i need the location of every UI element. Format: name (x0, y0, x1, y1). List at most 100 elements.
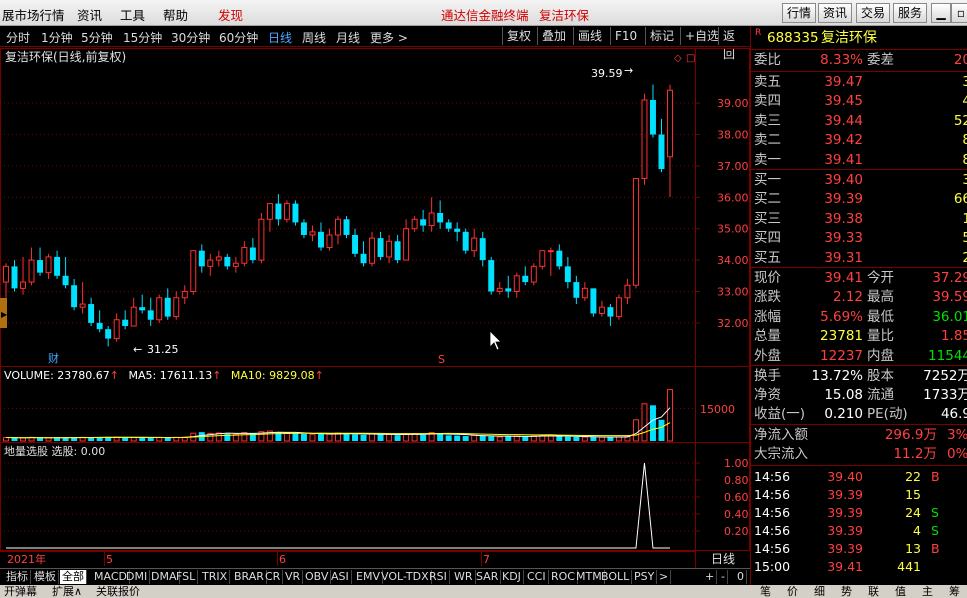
volume-bar (479, 436, 486, 441)
mark-button[interactable]: 标记 (645, 27, 678, 45)
indicator-tab[interactable]: CCI (525, 570, 549, 584)
candle-body (547, 250, 554, 253)
trade-button[interactable]: 交易 (856, 3, 891, 23)
kline-chart[interactable]: 39.00 38.00 37.00 36.00 35.00 34.00 33.00 32.00… (0, 48, 750, 568)
candle (454, 222, 461, 242)
zoom-plus-button[interactable]: + (703, 570, 718, 584)
indicator-tab[interactable]: BOLL (599, 570, 633, 584)
period-intraday[interactable]: 分时 (6, 29, 30, 46)
high-marker-label: 39.59 (591, 67, 623, 80)
panel-tab[interactable]: 联 (868, 585, 879, 598)
indicator-tab[interactable]: CR (263, 570, 284, 584)
candle (300, 219, 307, 239)
period-weekly[interactable]: 周线 (302, 29, 326, 46)
stock-name: 复洁环保 (821, 30, 877, 46)
stat-value: 39.41 (824, 270, 863, 286)
f10-button[interactable]: F10 (610, 27, 641, 45)
period-daily[interactable]: 日线 (268, 29, 292, 46)
tick-price: 39.39 (827, 487, 863, 502)
service-button[interactable]: 服务 (893, 3, 928, 23)
indicator-tab[interactable]: SAR (474, 570, 502, 584)
overlay-button[interactable]: 叠加 (537, 27, 570, 45)
candle (522, 266, 529, 286)
period-5min[interactable]: 5分钟 (81, 29, 113, 46)
financial-report-marker[interactable]: 财 (48, 351, 59, 365)
ask-price: 39.41 (824, 151, 863, 168)
menu-news[interactable]: 资讯 (77, 5, 102, 24)
menu-tools[interactable]: 工具 (120, 5, 145, 24)
indicator-tab[interactable]: TRIX (200, 570, 231, 584)
indicator-tab[interactable]: > (657, 570, 672, 584)
event-s-marker[interactable]: S (438, 353, 445, 366)
indicator-tab[interactable]: BRAR (232, 570, 267, 584)
candle (437, 200, 444, 229)
weicha-label: 委差 (867, 52, 894, 68)
period-1min[interactable]: 1分钟 (41, 29, 73, 46)
zoom-zero-button[interactable]: 0 (735, 570, 747, 584)
expand-toggle[interactable]: 扩展∧ (52, 585, 82, 598)
fund-value: 15.08 (824, 387, 863, 403)
candle-body (428, 212, 435, 227)
candle (632, 177, 639, 289)
indicator-tab[interactable]: VR (283, 570, 304, 584)
panel-tab[interactable]: 值 (895, 585, 906, 598)
indicator-line (6, 462, 670, 549)
zoom-minus-button[interactable]: - (719, 570, 728, 584)
indicator-tab[interactable]: OBV (303, 570, 332, 584)
restore-icon[interactable]: ▫ (951, 3, 967, 23)
period-15min[interactable]: 15分钟 (123, 29, 162, 46)
stat-label: 涨跌 (754, 289, 781, 306)
panel-tab[interactable]: 价 (787, 585, 798, 598)
diamond-icon[interactable]: ◇ (674, 53, 682, 64)
related-quote-link[interactable]: 关联报价 (96, 585, 140, 598)
volume-bar (573, 436, 580, 441)
square-icon[interactable]: □ (686, 53, 695, 64)
panel-tab[interactable]: 笔 (760, 585, 771, 598)
candle-body (513, 275, 520, 292)
panel-tab[interactable]: 细 (814, 585, 825, 598)
tick-row: 15:00 39.41 441 (751, 557, 967, 576)
danmaku-toggle[interactable]: 开弹幕 (4, 585, 37, 598)
menu-help[interactable]: 帮助 (163, 5, 188, 24)
panel-tab[interactable]: 主 (922, 585, 933, 598)
menu-market[interactable]: 展市场行情 (2, 5, 65, 24)
indicator-tab[interactable]: DMI (124, 570, 151, 584)
candle (360, 241, 367, 267)
indicator-tab[interactable]: RSI (427, 570, 450, 584)
candle-body (54, 256, 61, 276)
period-30min[interactable]: 30分钟 (171, 29, 210, 46)
info-button[interactable]: 资讯 (818, 3, 853, 23)
flow-row: 大宗流入 11.2万 0% (751, 445, 967, 464)
bid-volume: 5 (962, 230, 967, 247)
add-watchlist-button[interactable]: +自选 (680, 27, 723, 45)
panel-tab[interactable]: 筹 (949, 585, 960, 598)
fund-value: 1733万 (923, 387, 967, 403)
adjust-button[interactable]: 复权 (502, 27, 535, 45)
draw-line-button[interactable]: 画线 (573, 27, 606, 45)
flow-label: 净流入额 (754, 427, 808, 443)
indicator-tab[interactable]: PSY (632, 570, 658, 584)
indicator-tab[interactable]: 指标 (4, 570, 31, 584)
candle-body (649, 99, 656, 135)
candle (420, 209, 427, 232)
candle (309, 225, 316, 242)
candle (386, 234, 393, 264)
indicator-tab[interactable]: VOL-TDX (379, 570, 432, 584)
minimize-icon[interactable]: ▁ (931, 3, 951, 23)
candle-body (198, 250, 205, 267)
quote-button[interactable]: 行情 (782, 3, 817, 23)
period-monthly[interactable]: 月线 (336, 29, 360, 46)
back-button[interactable]: 返回 (718, 27, 750, 61)
menu-discover[interactable]: 发现 (218, 5, 243, 24)
period-more[interactable]: 更多 > (370, 29, 408, 46)
candle (130, 297, 137, 327)
indicator-tab[interactable]: ASI (329, 570, 352, 584)
indicator-tab[interactable]: 全部 (60, 570, 87, 584)
panel-tab[interactable]: 势 (841, 585, 852, 598)
indicator-tab[interactable]: KDJ (500, 570, 524, 584)
indicator-tab[interactable]: WR (452, 570, 476, 584)
indicator-tab[interactable]: FSL (174, 570, 199, 584)
indicator-tab[interactable]: 模板 (32, 570, 59, 584)
period-60min[interactable]: 60分钟 (219, 29, 258, 46)
candle-body (309, 231, 316, 236)
